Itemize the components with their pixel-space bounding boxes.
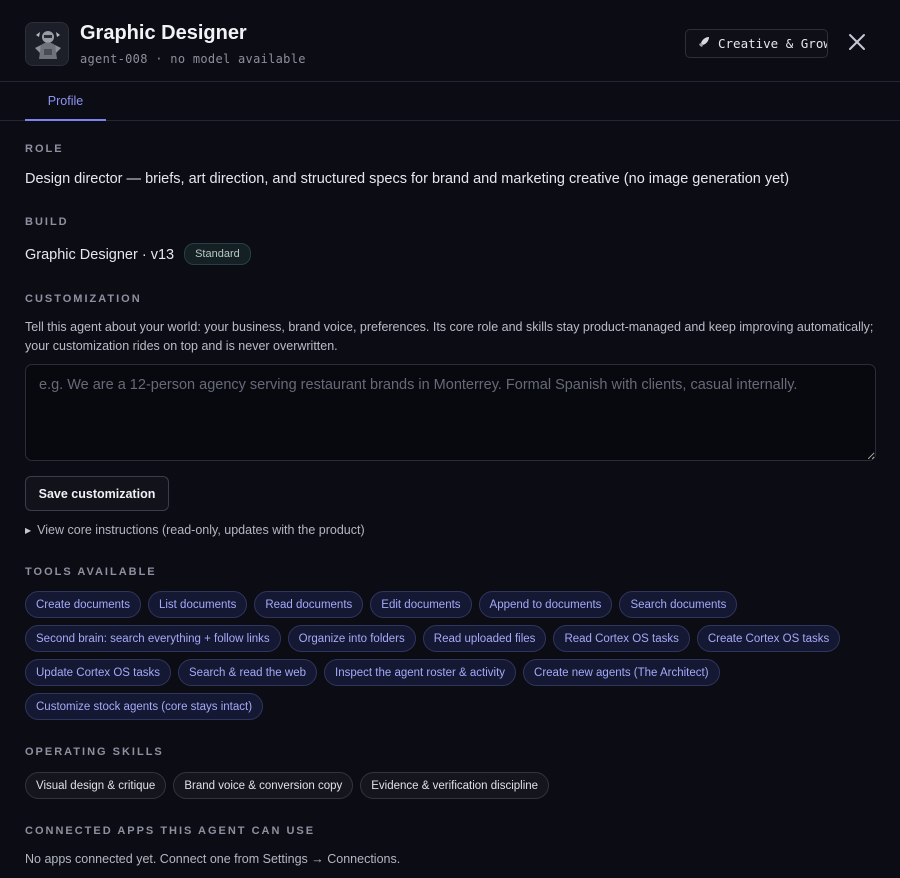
tool-chip: Inspect the agent roster & activity [324, 659, 517, 686]
tools-row-1: Create documents List documents Read doc… [25, 591, 738, 618]
tools-heading: TOOLS AVAILABLE [25, 566, 157, 578]
tool-chip: Read uploaded files [422, 625, 547, 652]
skill-chip: Visual design & critique [25, 772, 167, 799]
connected-apps-heading: CONNECTED APPS THIS AGENT CAN USE [25, 825, 316, 837]
modal-header: Graphic Designer agent-008 · no model av… [0, 0, 900, 82]
save-customization-button[interactable]: Save customization [25, 476, 169, 511]
core-instructions-toggle[interactable]: ▶ View core instructions (read-only, upd… [25, 523, 365, 537]
tool-chip: List documents [147, 591, 248, 618]
tool-chip: Append to documents [478, 591, 613, 618]
agent-meta: agent-008 · no model available [80, 52, 306, 66]
role-heading: ROLE [25, 143, 64, 155]
customization-heading: CUSTOMIZATION [25, 293, 142, 305]
tool-chip: Create Cortex OS tasks [696, 625, 841, 652]
skill-chip: Brand voice & conversion copy [173, 772, 354, 799]
tool-chip: Update Cortex OS tasks [25, 659, 171, 686]
role-text: Design director — briefs, art direction,… [25, 171, 790, 187]
skill-chip: Evidence & verification discipline [360, 772, 550, 799]
tool-chip: Read Cortex OS tasks [553, 625, 690, 652]
connected-apps-text: No apps connected yet. Connect one from … [25, 852, 401, 866]
tool-chip: Second brain: search everything + follow… [25, 625, 281, 652]
team-badge-label: Creative & Growth [718, 36, 827, 51]
disclosure-triangle-icon: ▶ [25, 525, 32, 535]
robot-avatar-icon [25, 22, 69, 66]
tool-chip: Edit documents [370, 591, 472, 618]
build-version: Graphic Designer · v13 [25, 246, 175, 263]
close-icon [849, 34, 865, 50]
tool-chip: Search documents [619, 591, 738, 618]
customization-description: Tell this agent about your world: your b… [25, 320, 874, 353]
tool-chip: Create documents [25, 591, 141, 618]
tools-row-3: Update Cortex OS tasks Search & read the… [25, 659, 720, 686]
agent-title: Graphic Designer [80, 22, 247, 44]
close-button[interactable] [846, 31, 868, 53]
rocket-icon [698, 36, 710, 51]
tab-profile[interactable]: Profile [25, 82, 106, 121]
tab-bar: Profile [0, 82, 900, 121]
tool-chip: Search & read the web [178, 659, 317, 686]
tool-chip: Organize into folders [287, 625, 416, 652]
tool-chip: Read documents [254, 591, 364, 618]
tier-badge: Standard [184, 243, 251, 265]
skills-row: Visual design & critique Brand voice & c… [25, 772, 550, 799]
build-info: Graphic Designer · v13 Standard [25, 243, 251, 266]
tools-row-4: Customize stock agents (core stays intac… [25, 693, 264, 720]
build-heading: BUILD [25, 216, 69, 228]
tools-row-2: Second brain: search everything + follow… [25, 625, 841, 652]
skills-heading: OPERATING SKILLS [25, 746, 164, 758]
team-badge[interactable]: Creative & Growth [685, 29, 828, 58]
tool-chip: Create new agents (The Architect) [523, 659, 720, 686]
customization-input[interactable] [25, 364, 876, 461]
tool-chip: Customize stock agents (core stays intac… [25, 693, 264, 720]
core-instructions-label: View core instructions (read-only, updat… [37, 523, 365, 537]
